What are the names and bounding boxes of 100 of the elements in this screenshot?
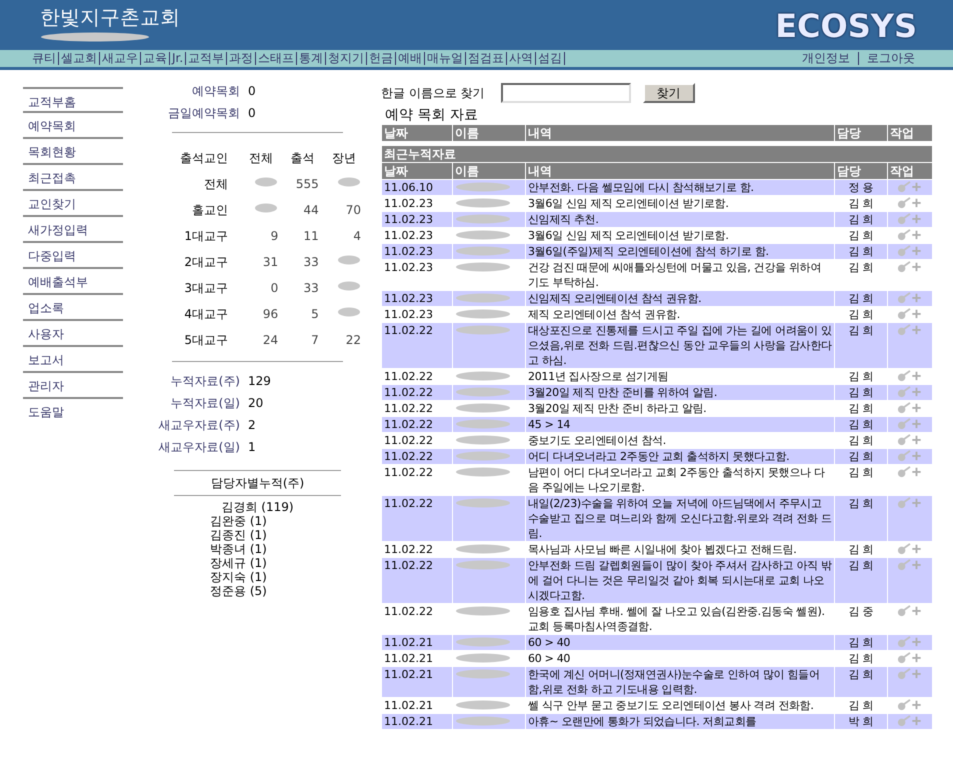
menu-link[interactable]: 셀교회 [59,52,100,65]
menu-link[interactable]: 매뉴얼 [425,52,466,65]
stat-value: 7 [311,333,319,347]
note-cell: 3월6일(주일)제직 오리엔테이션에 참석 하기로 함. [526,244,834,259]
redaction-mark [455,262,511,272]
redaction-mark [455,653,511,663]
stat-value: 44 [303,203,319,217]
menu-link[interactable]: 스태프 [256,52,298,65]
stat-label: 5대교구 [183,332,229,349]
redaction-mark [455,606,511,616]
stat-label: 홀교인 [191,202,229,219]
menu-link[interactable]: 새교우 [100,52,141,65]
manager-count: 박종녀 (1) [209,542,268,556]
stat-value: 24 [262,333,278,347]
menu-link[interactable]: 섬김 [536,52,566,65]
stat-header: 출석교인 [179,150,229,167]
stat-value: 5 [311,307,319,321]
manager-count: 김종진 (1) [209,528,268,542]
redaction-mark [455,716,511,726]
date-cell: 11.02.22 [382,323,452,368]
date-cell: 11.02.21 [382,667,452,697]
redaction-mark [337,307,361,317]
date-cell: 11.02.22 [382,449,452,464]
redaction-mark [455,467,511,477]
stat-value: 22 [346,333,361,347]
search-field[interactable] [500,83,631,103]
account-link[interactable]: 로그아웃 [859,52,923,65]
sidebar-item[interactable]: 예배출석부 [23,269,123,295]
sidebar-item[interactable]: 사용자 [23,321,123,347]
redaction-mark [337,255,361,265]
sidebar-item[interactable]: 교적부홈 [23,87,123,113]
stat-value: 96 [262,307,278,321]
section-title: 예약 목회 자료 [384,106,479,124]
stat-label: 새교우자료(일) [158,439,240,456]
stat-label: 4대교구 [183,306,229,323]
menu-link[interactable]: 교육 [141,52,170,65]
section-header: 최근누적자료 [382,146,932,162]
sidebar-item[interactable]: 목회현황 [23,139,123,165]
sidebar-item[interactable]: 업소록 [23,295,123,321]
search-button[interactable]: 찾기 [642,83,695,103]
note-cell: 내일(2/23)수술을 위하여 오늘 저녁에 아드님댁에서 주무시고 수술받고 집으로 며느리와 함께 오신다고함.위로와 격려 전화 드림. [526,496,834,541]
redaction-mark [455,435,511,445]
sidebar-item[interactable]: 다중입력 [23,243,123,269]
menu-link[interactable]: 헌금 [367,52,396,65]
sidebar-item[interactable]: 도움말 [23,399,123,425]
date-cell: 11.02.22 [382,417,452,432]
redaction-mark [337,177,361,187]
stat-value: 129 [248,373,271,390]
redaction-mark [455,371,511,381]
menu-link[interactable]: 교적부 [186,52,228,65]
sidebar-item[interactable]: 예약목회 [23,113,123,139]
column-header: 담당 [835,125,887,141]
menu-link[interactable]: 통계 [297,52,326,65]
sidebar-item[interactable]: 새가정입력 [23,217,123,243]
stat-label: 새교우자료(주) [158,417,240,434]
stat-label: 금일예약목회 [167,105,240,122]
manager-cell: 박 희 [835,714,887,729]
redaction-mark [455,214,511,224]
note-cell: 60 > 40 [526,635,834,650]
sidebar-item[interactable]: 보고서 [23,347,123,373]
menu-link[interactable]: 사역 [507,52,536,65]
sidebar-item[interactable]: 최근접촉 [23,165,123,191]
note-cell: 대상포진으로 진통제를 드시고 주일 집에 가는 길에 어려움이 있으셨음,위로 전화 드림.편찮으신 동안 교우들의 사랑을 감사한다고 하심. [526,323,834,368]
date-cell: 11.02.23 [382,244,452,259]
note-cell: 안부전화. 다음 쎌모임에 다시 참석해보기로 함. [526,180,834,195]
manager-cell: 김 희 [835,323,887,368]
stat-value: 33 [303,281,319,295]
note-cell: 45 > 14 [526,417,834,432]
stat-label: 2대교구 [183,254,229,271]
date-cell: 11.02.23 [382,212,452,227]
redaction-mark [455,230,511,240]
date-cell: 11.02.23 [382,291,452,306]
account-link[interactable]: 개인정보 [794,52,859,65]
column-header: 날짜 [382,163,452,179]
stat-label: 누적자료(주) [170,373,240,390]
manager-count: 정준용 (5) [209,584,268,598]
menu-link[interactable]: 예배 [396,52,426,65]
menu-link[interactable]: 청지기 [326,52,368,65]
note-cell: 한국에 계신 어머니(정재연권사)눈수술로 인하여 많이 힘들어함,위로 전화 하고 기도내용 입력함. [526,667,834,697]
redaction-mark [455,198,511,208]
redaction-mark [455,403,511,413]
manager-cell: 김 희 [835,385,887,400]
manager-cell: 김 희 [835,496,887,541]
redaction-mark [254,177,278,187]
menu-link[interactable]: 큐티 [30,52,59,65]
stat-value: 9 [270,229,278,243]
redaction-mark [455,560,511,570]
manager-cell: 정 용 [835,180,887,195]
manager-cell: 김 희 [835,244,887,259]
manager-cell: 김 희 [835,449,887,464]
menu-link[interactable]: 점검표 [466,52,508,65]
manager-cell: 김 희 [835,667,887,697]
menu-link[interactable]: 과정 [227,52,256,65]
menu-link[interactable]: Jr. [170,52,186,65]
sidebar-item[interactable]: 관리자 [23,373,123,399]
redaction-mark [455,419,511,429]
sidebar-item[interactable]: 교인찾기 [23,191,123,217]
stat-label: 3대교구 [183,280,229,297]
stat-header: 장년 [330,150,357,167]
manager-cell: 김 희 [835,291,887,306]
